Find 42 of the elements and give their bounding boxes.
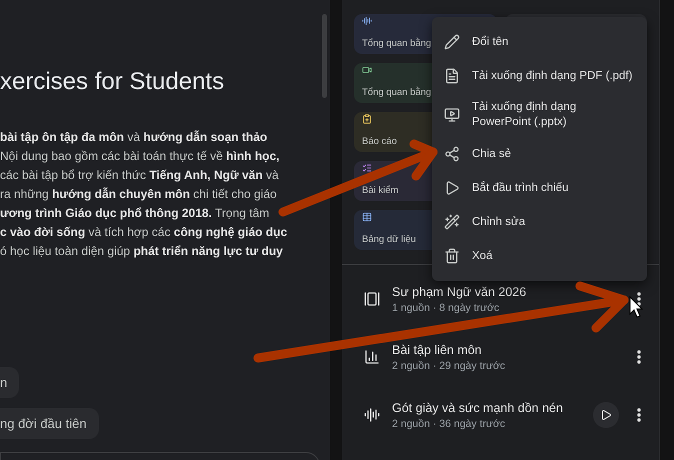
share-icon <box>444 146 460 162</box>
paragraph-line: bài tập ôn tập đa môn và hướng dẫn soạn thảo <box>0 129 268 146</box>
waveform-icon <box>364 407 380 423</box>
menu-item[interactable]: Bắt đầu trình chiếu <box>432 171 647 205</box>
play-button[interactable] <box>593 402 619 428</box>
more-icon <box>637 408 641 422</box>
note-meta: 2 nguồn · 36 ngày trước <box>392 418 506 430</box>
note-title: Gót giày và sức mạnh dồn nén <box>392 400 563 414</box>
magic-pen-icon <box>444 214 460 230</box>
scrollbar[interactable] <box>322 14 327 98</box>
presentation-icon <box>444 107 460 123</box>
more-icon <box>637 292 641 306</box>
paragraph-line: các bài tập bổ trợ kiến thức Tiếng Anh, Ngữ văn và <box>0 167 279 184</box>
note-meta: 2 nguồn · 29 ngày trước <box>392 360 506 372</box>
more-icon <box>637 350 641 364</box>
paragraph-line: c vào đời sống và tích hợp các công nghệ giáo dục <box>0 224 288 241</box>
trash-icon <box>444 248 460 264</box>
note-item[interactable]: Bài tập liên môn 2 nguồn · 29 ngày trước <box>354 339 647 375</box>
bar-chart-icon <box>364 349 380 365</box>
cursor-icon <box>630 296 644 318</box>
video-icon <box>362 65 372 75</box>
document-title: xercises for Students <box>0 68 224 96</box>
clipboard-plus-icon <box>362 114 372 124</box>
paragraph-line: ó học liệu toàn diện giúp phát triển năng lực tư duy <box>0 243 283 260</box>
play-icon <box>600 409 612 421</box>
note-title: Sư phạm Ngữ văn 2026 <box>392 284 526 298</box>
document-icon <box>444 68 460 84</box>
checklist-icon <box>362 163 372 173</box>
play-icon <box>444 180 460 196</box>
pencil-icon <box>444 34 460 50</box>
paragraph-line: ương trình Giáo dục phổ thông 2018. Trọng tâm <box>0 205 270 222</box>
note-item[interactable]: Sư phạm Ngữ văn 2026 1 nguồn · 8 ngày trước <box>354 281 647 317</box>
note-title: Bài tập liên môn <box>392 342 482 356</box>
waveform-icon <box>362 16 372 26</box>
table-icon <box>362 212 372 222</box>
paragraph-line: ra những hướng dẫn chuyên môn chi tiết cho giáo <box>0 186 277 203</box>
suggestion-chip[interactable]: ng đời đầu tiên <box>0 408 99 439</box>
note-meta: 1 nguồn · 8 ngày trước <box>392 302 500 314</box>
paragraph-line: Nội dung bao gồm các bài toán thực tế về hình học, <box>0 148 280 165</box>
slides-icon <box>364 291 380 307</box>
note-item[interactable]: Gót giày và sức mạnh dồn nén 2 nguồn · 36 ngày trước <box>354 397 647 433</box>
suggestion-chip[interactable]: n <box>0 367 20 398</box>
